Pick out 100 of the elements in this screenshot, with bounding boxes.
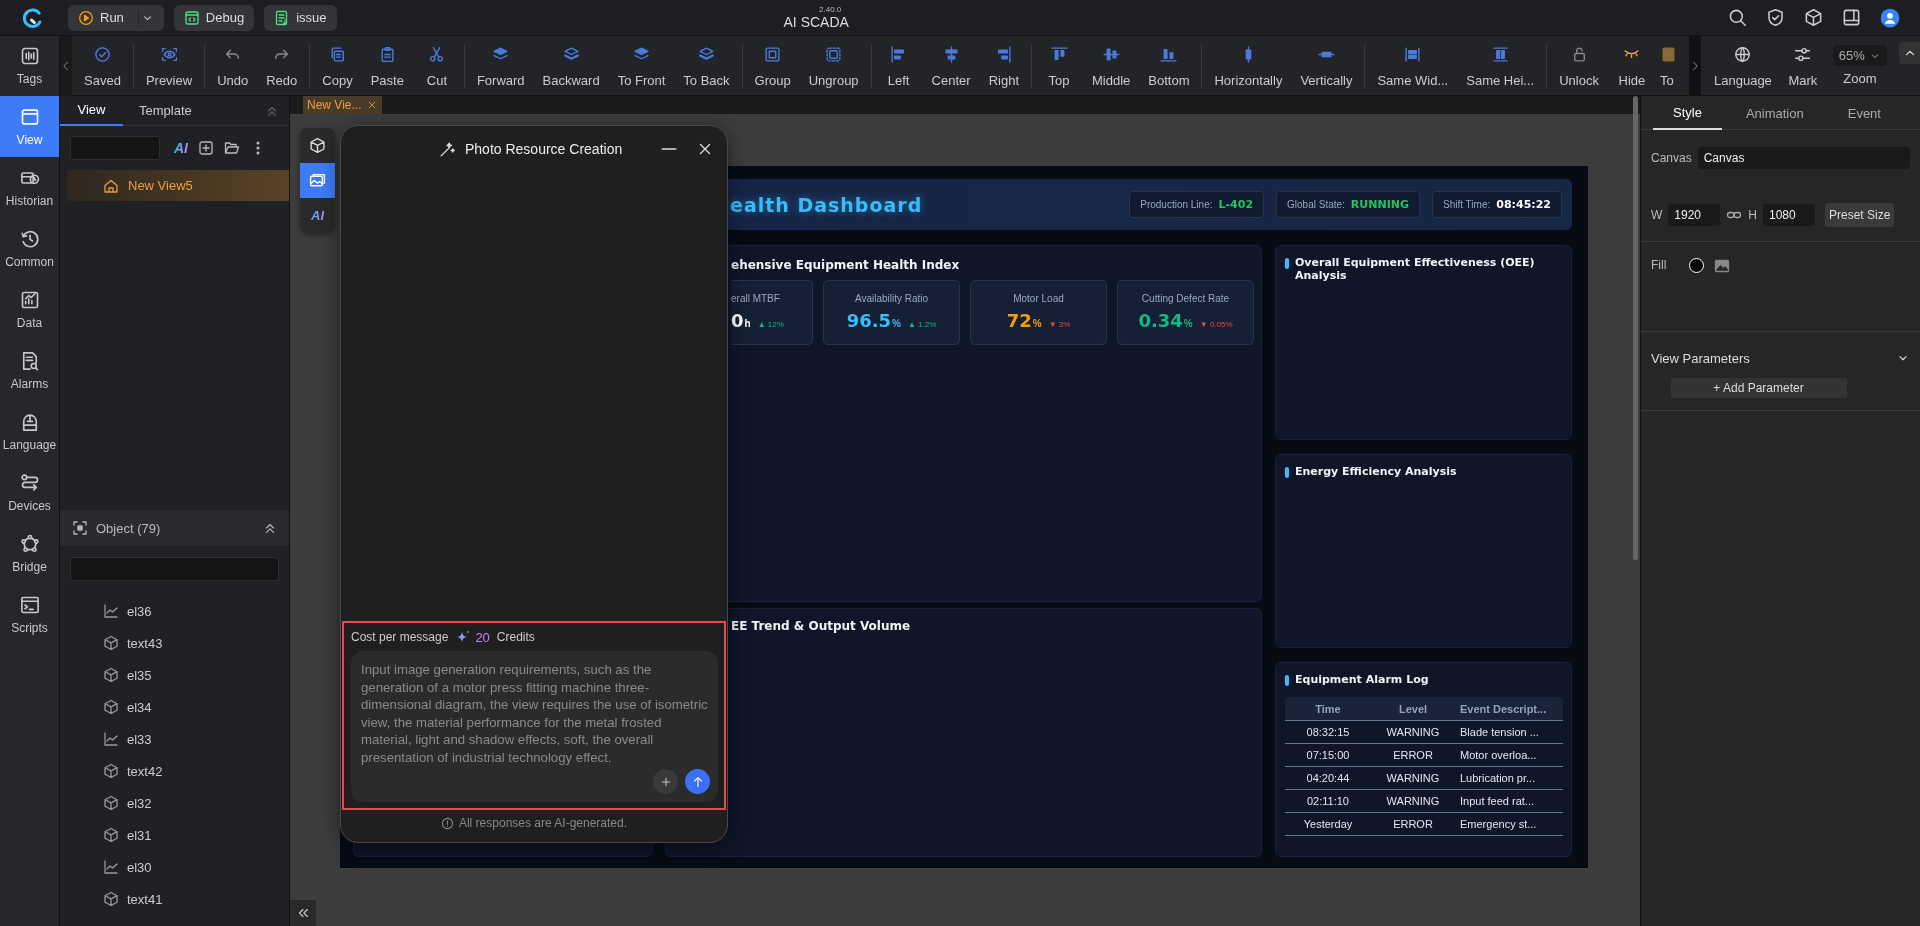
- send-button[interactable]: [685, 769, 710, 794]
- height-field[interactable]: 1080: [1763, 203, 1815, 226]
- toolbar-button[interactable]: Language: [1707, 43, 1779, 88]
- run-button[interactable]: Run: [68, 4, 164, 31]
- toolbar-button[interactable]: Same Hei...: [1457, 43, 1544, 88]
- add-parameter-button[interactable]: + Add Parameter: [1670, 378, 1847, 398]
- nav-item[interactable]: Scripts: [0, 584, 59, 645]
- collapse-button[interactable]: [290, 900, 316, 926]
- book-icon[interactable]: [1842, 8, 1861, 27]
- toolbar-button[interactable]: Top: [1035, 43, 1083, 88]
- view-item[interactable]: New View5: [67, 170, 289, 201]
- toolbar-button[interactable]: Saved: [75, 43, 130, 88]
- zoom-dropdown[interactable]: 65%: [1832, 45, 1887, 66]
- shield-check-icon[interactable]: [1766, 8, 1785, 27]
- line-chart-icon: [103, 731, 119, 747]
- toolbar-button[interactable]: Paste: [361, 43, 413, 88]
- cube-icon: [103, 763, 119, 779]
- panel-tab[interactable]: View: [60, 96, 123, 126]
- scissors-icon: [428, 45, 446, 63]
- object-item[interactable]: el36: [60, 595, 289, 627]
- nav-item[interactable]: Data: [0, 279, 59, 340]
- section-header[interactable]: View Parameters: [1641, 332, 1920, 374]
- toolbar-button[interactable]: Unlock: [1550, 43, 1608, 88]
- toolbar-button[interactable]: Backward: [533, 43, 609, 88]
- toolbar-button[interactable]: Bottom: [1139, 43, 1199, 88]
- cube-icon[interactable]: [1804, 8, 1823, 27]
- panel-tab[interactable]: Style: [1653, 96, 1722, 130]
- object-item[interactable]: el34: [60, 691, 289, 723]
- nav-item[interactable]: Common: [0, 218, 59, 279]
- toolbar-button[interactable]: To Back: [674, 43, 739, 88]
- object-item[interactable]: el33: [60, 723, 289, 755]
- panel-tab[interactable]: Event: [1827, 96, 1901, 130]
- issue-button[interactable]: issue: [264, 4, 337, 31]
- nav-item[interactable]: Language: [0, 401, 59, 462]
- toolbar-button[interactable]: Cut: [412, 43, 461, 88]
- kpi-value: 96.5: [846, 310, 892, 331]
- app-title: AI SCADA: [783, 14, 849, 30]
- scrollbar-thumb[interactable]: [1633, 96, 1638, 560]
- toolbar-button[interactable]: Same Wid...: [1368, 43, 1458, 88]
- attach-button[interactable]: [653, 769, 678, 794]
- close-icon[interactable]: [697, 141, 713, 157]
- search-field[interactable]: [70, 136, 160, 160]
- toolbar-button[interactable]: Ungroup: [799, 43, 868, 88]
- object-item[interactable]: el31: [60, 819, 289, 851]
- toolbar-button[interactable]: Copy: [313, 43, 362, 88]
- toolbar-button[interactable]: Forward: [467, 43, 534, 88]
- toolbar-button[interactable]: Horizontally: [1205, 43, 1292, 88]
- object-item[interactable]: el30: [60, 851, 289, 883]
- object-item[interactable]: text42: [60, 755, 289, 787]
- toolbar-button[interactable]: Mark: [1778, 43, 1827, 88]
- toolbar-button[interactable]: Middle: [1083, 43, 1140, 88]
- toolbar-button[interactable]: Center: [922, 43, 980, 88]
- object-item[interactable]: text43: [60, 627, 289, 659]
- info-icon: [440, 816, 454, 830]
- toolbar-button[interactable]: Group: [745, 43, 800, 88]
- globe-icon: [1734, 45, 1752, 63]
- same-height-icon: [1491, 45, 1509, 63]
- plus-icon: [659, 775, 672, 788]
- folder-icon[interactable]: [224, 140, 240, 156]
- ai-logo[interactable]: AI: [174, 140, 188, 156]
- toolbar-button[interactable]: Redo: [257, 43, 307, 88]
- nav-item[interactable]: Devices: [0, 462, 59, 523]
- section-header[interactable]: Object (79): [60, 510, 289, 546]
- collapse-button[interactable]: [1898, 41, 1920, 64]
- search-field[interactable]: [70, 557, 279, 581]
- preset-size-button[interactable]: Preset Size: [1825, 202, 1895, 227]
- object-item[interactable]: text41: [60, 883, 289, 915]
- debug-button[interactable]: Debug: [173, 4, 255, 31]
- table-cell: WARNING: [1371, 766, 1455, 790]
- avatar-icon[interactable]: [1880, 7, 1900, 28]
- canvas-field[interactable]: Canvas: [1697, 147, 1910, 169]
- toolbar-button[interactable]: Left: [874, 43, 923, 88]
- toolbar-button[interactable]: To: [1655, 43, 1681, 88]
- document-tab[interactable]: New Vie...: [303, 96, 383, 114]
- toolbar-button[interactable]: Undo: [208, 43, 258, 88]
- toolbar-button[interactable]: Preview: [136, 43, 202, 88]
- toolbar-button[interactable]: Vertically: [1291, 43, 1362, 88]
- toolbar-button[interactable]: To Front: [608, 43, 675, 88]
- prompt-field[interactable]: Input image generation requirements, such as the generation of a motor press fitting machine three-dimensional diagram, the view requires the use of isometric view, the material performance for the metal frosted material, light and shadow effects, soft, the overall presentation of industrial technology effect.: [351, 651, 718, 802]
- toolbar-button[interactable]: Right: [979, 43, 1028, 88]
- nav-item[interactable]: Alarms: [0, 340, 59, 401]
- nav-item[interactable]: Historian: [0, 157, 59, 218]
- toolbar-button[interactable]: Hide: [1607, 43, 1656, 88]
- nav-item[interactable]: Tags: [0, 36, 59, 96]
- nav-item[interactable]: View: [0, 96, 59, 157]
- panel-title: Energy Efficiency Analysis: [1295, 464, 1457, 478]
- kpi-unit: h: [744, 318, 751, 329]
- panel-tab[interactable]: Template: [123, 96, 208, 126]
- search-icon[interactable]: [1728, 8, 1747, 27]
- panel-tab[interactable]: Animation: [1725, 96, 1824, 130]
- color-swatch[interactable]: [1689, 258, 1704, 273]
- object-item[interactable]: el32: [60, 787, 289, 819]
- nav-item[interactable]: Bridge: [0, 523, 59, 584]
- cube-icon: [309, 137, 326, 154]
- plus-square-icon[interactable]: [198, 140, 214, 156]
- object-item[interactable]: el35: [60, 659, 289, 691]
- tool-button[interactable]: AI: [300, 198, 335, 233]
- width-field[interactable]: 1920: [1668, 203, 1721, 226]
- tool-button[interactable]: [300, 163, 335, 198]
- image-icon[interactable]: [1714, 258, 1730, 274]
